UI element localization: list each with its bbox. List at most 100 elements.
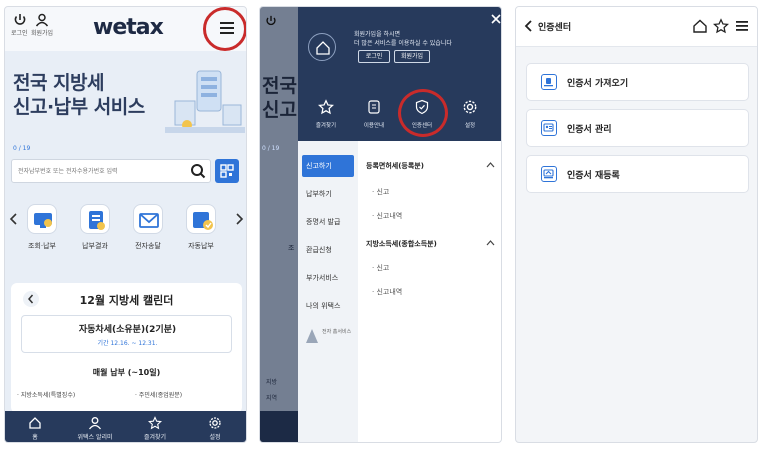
bottom-navigation: 홈 위택스 알리미 즐겨찾기 설정: [5, 411, 246, 442]
calendar-main-item[interactable]: 자동차세(소유분)(2기분) 기간 12.16. ~ 12.31.: [21, 315, 232, 353]
tax-calendar-card: 12월 지방세 캘린더 자동차세(소유분)(2기분) 기간 12.16. ~ 1…: [11, 283, 242, 413]
home-icon: [693, 19, 707, 33]
power-icon: [266, 15, 276, 26]
menu-certificate[interactable]: 증명서 발급: [302, 211, 354, 233]
carousel-next-button[interactable]: [234, 213, 244, 225]
nav-wetax-alarm[interactable]: 위택스 알리미: [65, 411, 125, 442]
gear-icon: [209, 417, 221, 429]
background-title-line1: 전국: [262, 75, 297, 97]
close-button[interactable]: [490, 13, 501, 25]
cert-import-icon: [541, 74, 557, 90]
icon-menu-label: 설정: [464, 123, 476, 129]
hero-illustration: [165, 65, 245, 145]
drawer-home-button[interactable]: [308, 33, 336, 61]
cert-item-label: 인증서 관리: [567, 125, 612, 135]
nav-favorites[interactable]: 즐겨찾기: [125, 411, 185, 442]
cert-import-item[interactable]: 인증서 가져오기: [526, 63, 749, 101]
menu-my-wetax[interactable]: 나의 위택스: [302, 295, 354, 317]
nav-settings[interactable]: 설정: [185, 411, 245, 442]
background-progress: 0 / 19: [262, 145, 280, 152]
background-title-line2: 신고: [262, 99, 297, 121]
home-screen: 로그인 회원가입 wetax 전국 지방세 신고·납부 서비스 0 / 19 전…: [4, 6, 247, 443]
home-icon: [316, 41, 330, 55]
quick-action-payment-result[interactable]: [80, 204, 110, 234]
main-tax-name: 자동차세(소유분)(2기분): [78, 325, 177, 335]
login-button[interactable]: 로그인: [11, 13, 28, 37]
header-home-button[interactable]: [692, 19, 708, 33]
quick-action-lookup-pay[interactable]: [27, 204, 57, 234]
submenu-item[interactable]: · 신고내역: [372, 211, 402, 221]
e-home-label: 전자 홈서비스: [322, 329, 352, 335]
close-icon: [491, 14, 501, 24]
icon-menu-settings[interactable]: 설정: [448, 97, 492, 135]
drawer-signup-button[interactable]: 회원가입: [394, 50, 430, 63]
nav-label: 홈: [32, 434, 38, 441]
e-home-service-banner[interactable]: 전자 홈서비스: [304, 327, 352, 349]
cert-reregister-icon: [541, 166, 557, 182]
quick-action-label: 전자송달: [135, 242, 161, 250]
header-menu-button[interactable]: [735, 20, 749, 32]
carousel-prev-button[interactable]: [9, 213, 19, 225]
icon-menu-guide[interactable]: 이용안내: [352, 97, 396, 135]
monthly-item: · 주민세(종업원분): [135, 392, 183, 399]
menu-refund[interactable]: 환급신청: [302, 239, 354, 261]
nav-home[interactable]: 홈: [5, 411, 65, 442]
main-tax-period: 기간 12.16. ~ 12.31.: [97, 340, 158, 347]
search-input[interactable]: [18, 165, 178, 178]
e-home-logo-icon: [306, 329, 318, 343]
drawer-login-button[interactable]: 로그인: [358, 50, 390, 63]
star-icon: [318, 99, 334, 115]
payment-number-search[interactable]: [11, 159, 211, 183]
search-button[interactable]: [190, 163, 206, 179]
section-collapse-toggle[interactable]: [486, 239, 495, 246]
section-collapse-toggle[interactable]: [486, 161, 495, 168]
drawer-left-menu: 신고하기 납부하기 증명서 발급 환급신청 부가서비스 나의 위택스 전자 홈서…: [298, 141, 358, 442]
top-bar: 로그인 회원가입 wetax: [5, 7, 246, 51]
back-button[interactable]: [524, 20, 534, 32]
document-icon: [89, 211, 105, 230]
icon-menu-label: 이용안내: [363, 123, 385, 129]
wetax-logo[interactable]: wetax: [93, 15, 164, 40]
power-icon: [14, 14, 26, 25]
menu-extra-services[interactable]: 부가서비스: [302, 267, 354, 289]
hero-title-line2: 신고·납부 서비스: [13, 96, 145, 118]
star-icon: [713, 18, 729, 34]
highlight-ring: [398, 89, 448, 137]
person-icon: [35, 13, 49, 27]
monitor-card-icon: [34, 213, 52, 228]
page-title: 인증센터: [538, 23, 572, 33]
submenu-item[interactable]: · 신고내역: [372, 287, 402, 297]
chevron-left-icon: [524, 20, 532, 32]
background-label: 지방: [266, 379, 278, 386]
header-favorite-button[interactable]: [713, 18, 729, 34]
auto-pay-icon: [193, 212, 213, 230]
icon-menu-favorites[interactable]: 즐겨찾기: [304, 97, 348, 135]
hero-title-line1: 전국 지방세: [13, 72, 105, 94]
monthly-item: · 지방소득세(특별징수): [17, 392, 76, 399]
chevron-left-icon: [9, 213, 17, 225]
signup-button[interactable]: 회원가입: [31, 13, 53, 37]
drawer-submenu: 등록면허세(등록분) · 신고 · 신고내역 지방소득세(종합소득분) · 신고…: [358, 141, 501, 442]
menu-icon: [736, 21, 748, 31]
search-icon: [191, 164, 206, 179]
signup-notice-line2: 더 많은 서비스를 이용하실 수 있습니다: [354, 40, 452, 47]
quick-action-label: 납부결과: [82, 242, 108, 250]
submenu-item[interactable]: · 신고: [372, 263, 389, 273]
home-icon: [29, 417, 41, 429]
cert-reregister-item[interactable]: 인증서 재등록: [526, 155, 749, 193]
cert-item-label: 인증서 가져오기: [567, 79, 629, 89]
quick-action-label: 조회·납부: [28, 242, 56, 250]
submenu-section-title[interactable]: 지방소득세(종합소득분): [366, 239, 437, 249]
quick-action-e-delivery[interactable]: [133, 204, 163, 234]
qr-scan-button[interactable]: [215, 159, 239, 183]
cert-manage-item[interactable]: 인증서 관리: [526, 109, 749, 147]
submenu-item[interactable]: · 신고: [372, 187, 389, 197]
signup-notice-line1: 회원가입을 하시면: [354, 31, 401, 38]
nav-label: 설정: [209, 434, 221, 441]
menu-report[interactable]: 신고하기: [302, 155, 354, 177]
quick-action-auto-pay[interactable]: [186, 204, 216, 234]
menu-pay[interactable]: 납부하기: [302, 183, 354, 205]
submenu-section-title[interactable]: 등록면허세(등록분): [366, 161, 424, 171]
nav-label: 위택스 알리미: [77, 434, 113, 441]
cert-center-header: 인증센터: [516, 7, 757, 47]
